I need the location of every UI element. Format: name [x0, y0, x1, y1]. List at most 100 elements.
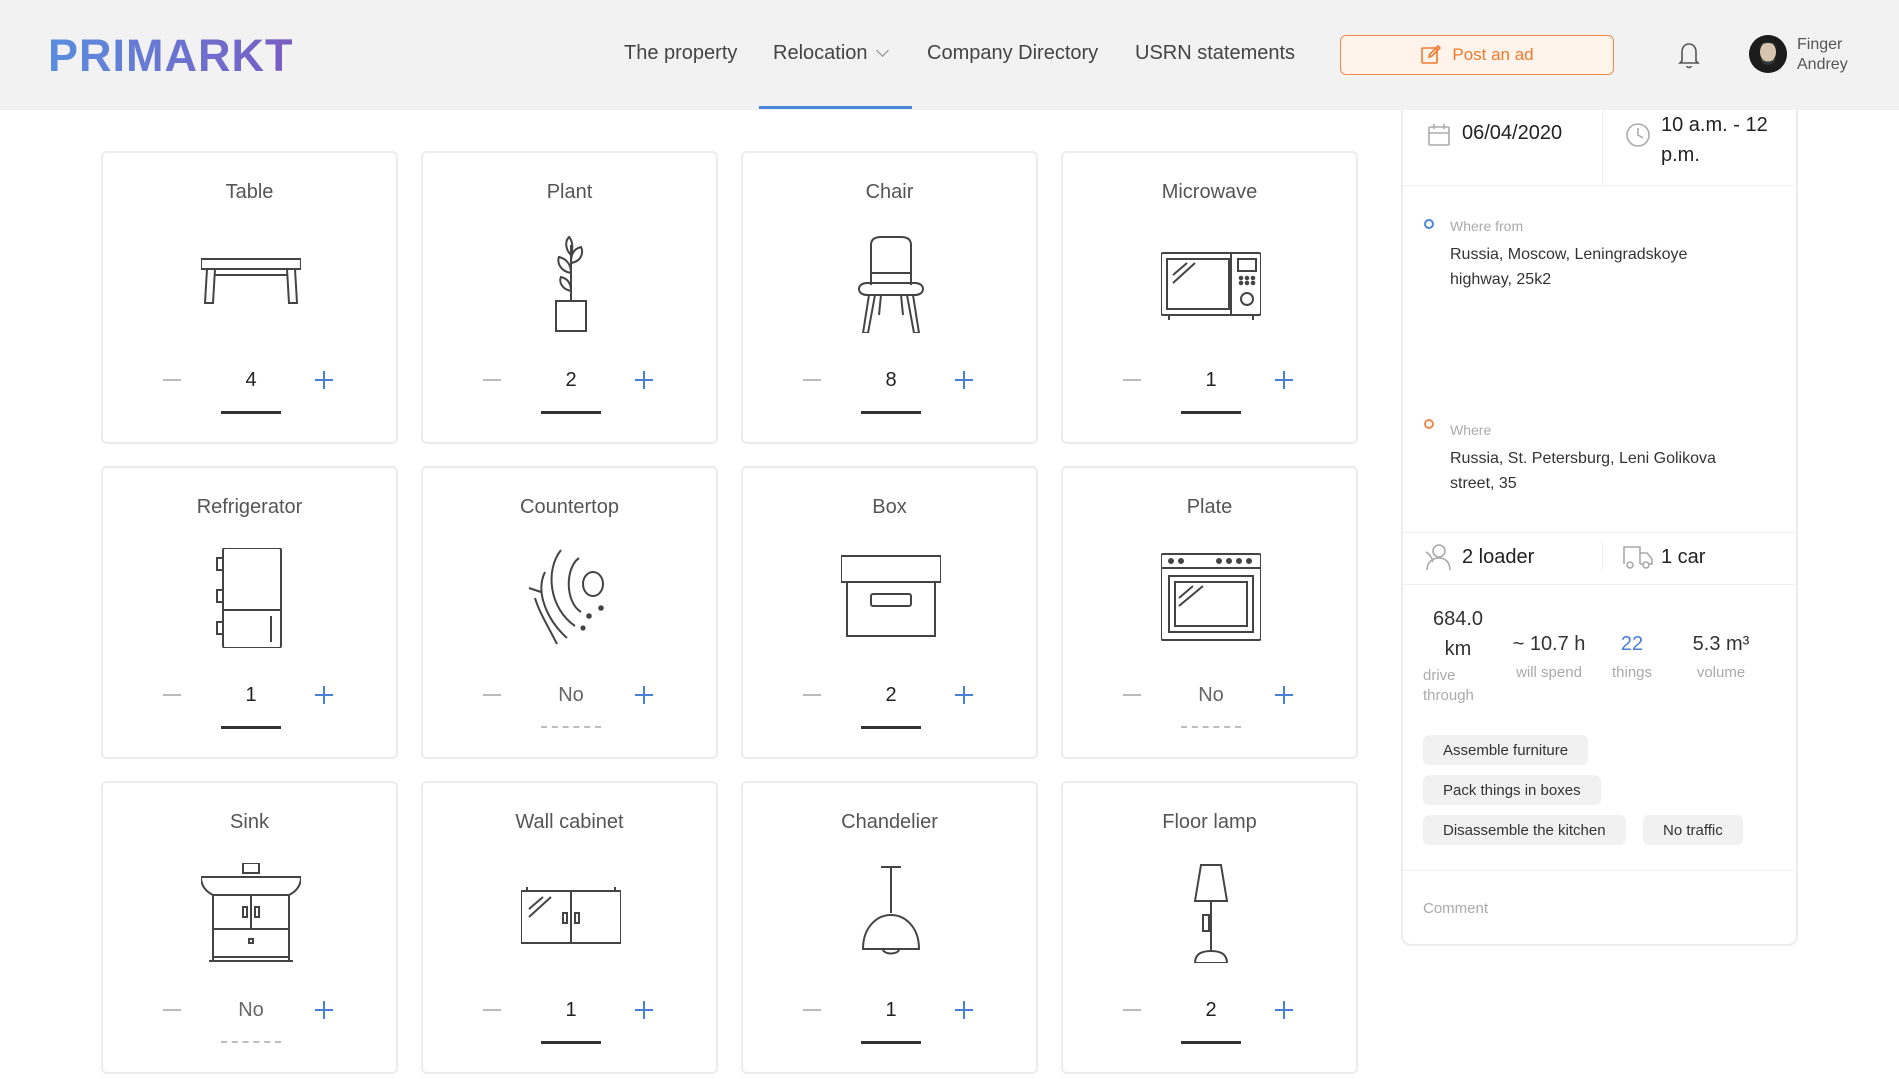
quantity-underline	[541, 411, 601, 414]
nav-company-directory[interactable]: Company Directory	[927, 42, 1098, 65]
nav-relocation[interactable]: Relocation	[773, 42, 889, 65]
chevron-down-icon	[875, 44, 889, 57]
distance-value: 684.0 km	[1423, 604, 1493, 664]
distance-value-line2: km	[1444, 638, 1472, 660]
increase-button[interactable]	[635, 1001, 653, 1019]
quantity-value[interactable]: 2	[541, 369, 601, 392]
from-address[interactable]: Russia, Moscow, Leningradskoye highway, …	[1450, 242, 1687, 292]
quantity-underline	[1181, 411, 1241, 414]
quantity-underline	[541, 726, 601, 728]
increase-button[interactable]	[635, 686, 653, 704]
avatar[interactable]	[1749, 35, 1787, 73]
to-address[interactable]: Russia, St. Petersburg, Leni Golikova st…	[1450, 446, 1716, 496]
things-label: things	[1611, 664, 1653, 681]
sink-icon	[201, 863, 301, 962]
nav-the-property[interactable]: The property	[624, 42, 737, 65]
increase-button[interactable]	[1275, 371, 1293, 389]
post-ad-button[interactable]: Post an ad	[1340, 35, 1614, 75]
increase-button[interactable]	[315, 686, 333, 704]
quantity-value[interactable]: No	[541, 684, 601, 707]
floor-lamp-icon	[1193, 864, 1229, 963]
distance-value-line1: 684.0	[1432, 608, 1484, 630]
item-card-table: Table 4	[101, 151, 398, 444]
user-name[interactable]: Finger Andrey	[1797, 35, 1848, 75]
hours-label: will spend	[1516, 664, 1582, 681]
decrease-button[interactable]	[1123, 686, 1141, 704]
item-title: Plant	[546, 181, 593, 203]
quantity-value[interactable]: 1	[861, 999, 921, 1022]
item-title: Refrigerator	[196, 496, 303, 518]
quantity-underline	[221, 411, 281, 414]
decrease-button[interactable]	[483, 686, 501, 704]
increase-button[interactable]	[635, 371, 653, 389]
decrease-button[interactable]	[483, 1001, 501, 1019]
nav-relocation-label: Relocation	[773, 42, 868, 64]
things-count[interactable]: 22	[1599, 629, 1665, 659]
comment-field[interactable]: Comment	[1423, 900, 1488, 917]
quantity-value[interactable]: 1	[1181, 369, 1241, 392]
decrease-button[interactable]	[803, 371, 821, 389]
quantity-value[interactable]: 2	[1181, 999, 1241, 1022]
decrease-button[interactable]	[803, 686, 821, 704]
truck-icon	[1623, 546, 1653, 569]
increase-button[interactable]	[315, 1001, 333, 1019]
quantity-value[interactable]: 1	[221, 684, 281, 707]
divider	[1403, 584, 1796, 585]
quantity-underline	[221, 1041, 281, 1043]
nav-usrn-statements[interactable]: USRN statements	[1135, 42, 1295, 65]
from-address-line1: Russia, Moscow, Leningradskoye	[1450, 246, 1688, 263]
decrease-button[interactable]	[163, 686, 181, 704]
item-title: Table	[225, 181, 274, 203]
quantity-value[interactable]: 8	[861, 369, 921, 392]
quantity-underline	[541, 1041, 601, 1044]
quantity-value[interactable]: 1	[541, 999, 601, 1022]
quantity-underline	[221, 726, 281, 729]
order-summary-panel: 06/04/2020 10 a.m. - 12 p.m. Where from …	[1401, 110, 1798, 946]
divider	[1602, 542, 1603, 570]
decrease-button[interactable]	[1123, 371, 1141, 389]
decrease-button[interactable]	[483, 371, 501, 389]
increase-button[interactable]	[955, 1001, 973, 1019]
quantity-value[interactable]: 2	[861, 684, 921, 707]
box-icon	[841, 555, 941, 637]
clock-icon	[1626, 123, 1650, 147]
item-title: Chandelier	[841, 811, 938, 833]
quantity-value[interactable]: No	[221, 999, 281, 1022]
item-card-chandelier: Chandelier 1	[741, 781, 1038, 1074]
decrease-button[interactable]	[163, 1001, 181, 1019]
microwave-icon	[1161, 252, 1261, 320]
chair-icon	[857, 236, 925, 333]
quantity-value[interactable]: No	[1181, 684, 1241, 707]
increase-button[interactable]	[1275, 686, 1293, 704]
bell-icon[interactable]	[1676, 40, 1702, 70]
decrease-button[interactable]	[1123, 1001, 1141, 1019]
service-chip[interactable]: Disassemble the kitchen	[1423, 815, 1626, 845]
service-chip[interactable]: Pack things in boxes	[1423, 775, 1601, 805]
table-icon	[201, 258, 301, 304]
divider	[1602, 110, 1603, 185]
divider	[1403, 532, 1796, 533]
move-time[interactable]: 10 a.m. - 12 p.m.	[1661, 110, 1768, 170]
logo[interactable]: PRIMARKT	[48, 30, 293, 82]
item-title: Wall cabinet	[515, 811, 624, 833]
cars-count[interactable]: 1 car	[1661, 546, 1705, 569]
decrease-button[interactable]	[163, 371, 181, 389]
increase-button[interactable]	[315, 371, 333, 389]
quantity-underline	[861, 411, 921, 414]
quantity-value[interactable]: 4	[221, 369, 281, 392]
divider	[1403, 185, 1796, 186]
increase-button[interactable]	[1275, 1001, 1293, 1019]
service-chip[interactable]: Assemble furniture	[1423, 735, 1589, 765]
decrease-button[interactable]	[803, 1001, 821, 1019]
loaders-count[interactable]: 2 loader	[1462, 546, 1534, 569]
volume-label: volume	[1696, 664, 1746, 681]
move-time-line2: p.m.	[1661, 144, 1700, 166]
volume-value: 5.3 m³	[1692, 633, 1750, 655]
move-date[interactable]: 06/04/2020	[1462, 122, 1562, 145]
post-ad-label: Post an ad	[1452, 45, 1534, 64]
divider	[1403, 870, 1796, 871]
increase-button[interactable]	[955, 371, 973, 389]
item-card-sink: Sink No	[101, 781, 398, 1074]
service-chip[interactable]: No traffic	[1643, 815, 1743, 845]
increase-button[interactable]	[955, 686, 973, 704]
